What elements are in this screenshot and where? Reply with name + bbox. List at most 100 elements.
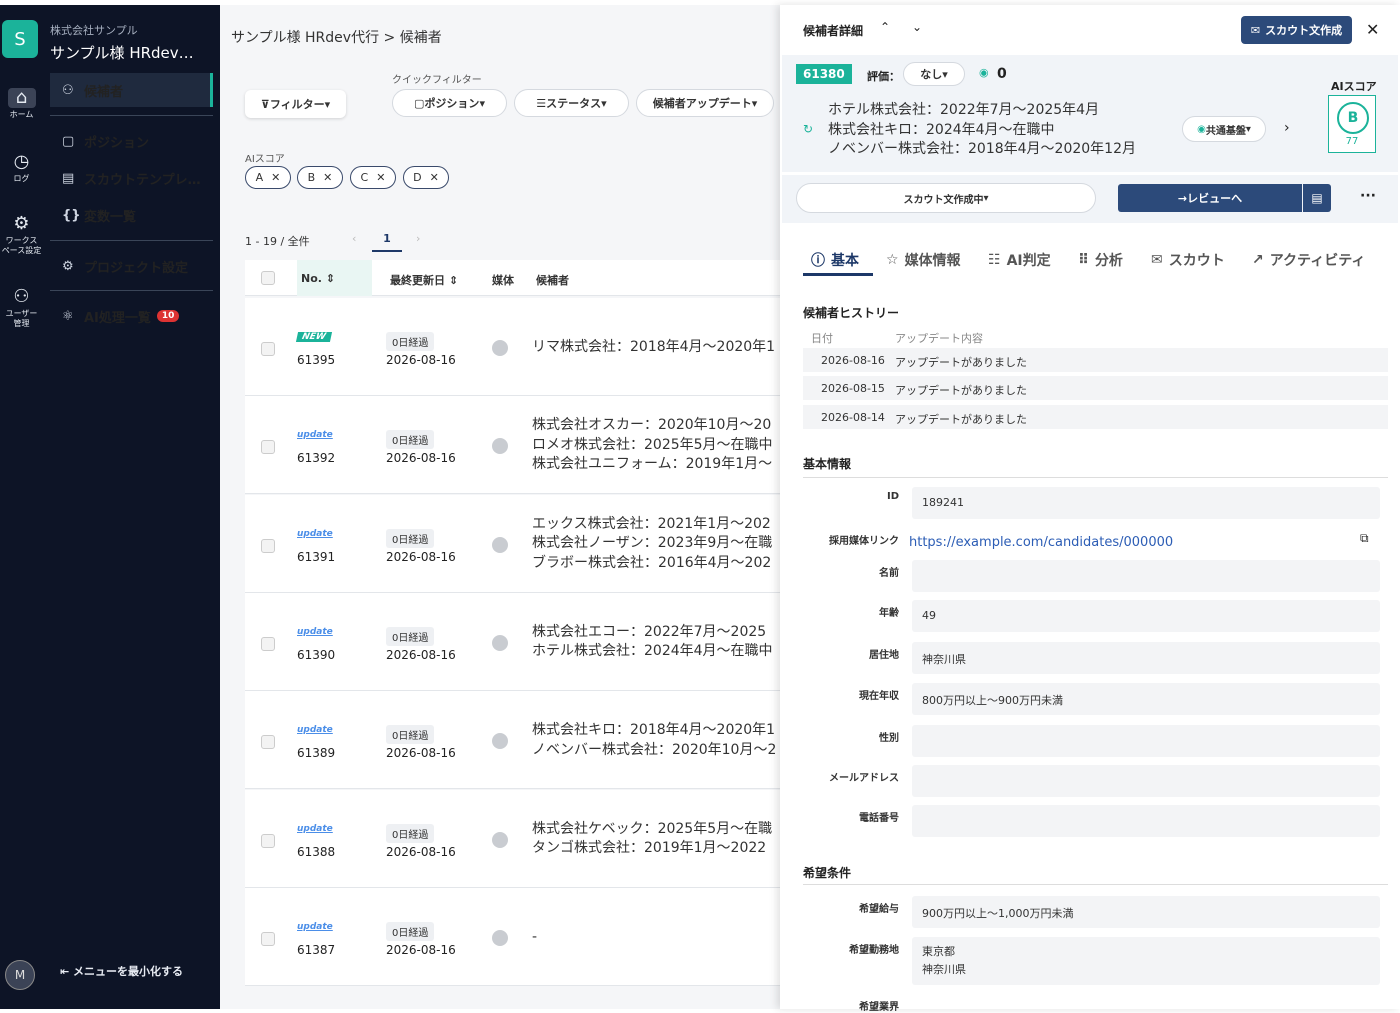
trend-icon: ↗ bbox=[1252, 252, 1264, 268]
field-age[interactable]: 49 bbox=[912, 600, 1380, 632]
ai-chip-d[interactable]: D ✕ bbox=[403, 166, 449, 189]
scout-create-button[interactable]: ✉ スカウト文作成 bbox=[1241, 16, 1352, 44]
comment-button[interactable]: ▤ bbox=[1303, 184, 1331, 212]
avatar[interactable]: M bbox=[5, 960, 35, 990]
quick-filter-position[interactable]: ▢ ポジション ▾ bbox=[392, 89, 507, 117]
tab-ai-judgement[interactable]: ☷ AI判定 bbox=[988, 250, 1051, 270]
quick-filter-status[interactable]: ☰ ステータス ▾ bbox=[514, 89, 629, 117]
column-media: 媒体 bbox=[492, 274, 514, 287]
chevron-down-icon[interactable]: ⌄ bbox=[912, 20, 922, 34]
tab-analysis[interactable]: ⠿ 分析 bbox=[1078, 250, 1123, 270]
common-platform-select[interactable]: ◉ 共通基盤 ▾ bbox=[1182, 116, 1266, 142]
chevron-right-icon[interactable]: › bbox=[1284, 120, 1290, 136]
sidebar-item-variables[interactable]: {} 変数一覧 bbox=[50, 198, 213, 232]
chevron-left-icon[interactable]: ‹ bbox=[352, 232, 356, 245]
row-checkbox[interactable] bbox=[261, 735, 275, 750]
work-history: ホテル株式会社：2022年7月～2025年4月 株式会社キロ：2024年4月～在… bbox=[828, 101, 1136, 160]
project-name[interactable]: サンプル様 HRdev… bbox=[50, 42, 194, 63]
column-no[interactable]: No. ⇕ bbox=[297, 260, 372, 296]
more-icon[interactable]: ··· bbox=[1360, 188, 1376, 204]
history-line: タンゴ株式会社：2019年1月～2022 bbox=[532, 840, 767, 856]
grid-icon: ⠿ bbox=[1078, 252, 1089, 268]
minimize-menu-button[interactable]: ⇤ メニューを最小化する bbox=[60, 963, 183, 979]
table-row[interactable]: update 61389 0日経過 2026-08-16 株式会社キロ：2018年4月～… bbox=[245, 691, 780, 790]
close-icon[interactable]: ✕ bbox=[430, 171, 439, 184]
update-badge: update bbox=[297, 725, 333, 736]
table-row[interactable]: update 61387 0日経過 2026-08-16 - bbox=[245, 887, 780, 986]
media-link[interactable]: https://example.com/candidates/000000 bbox=[909, 535, 1173, 550]
mail-icon: ✉ bbox=[1151, 252, 1163, 268]
chevron-right-icon[interactable]: › bbox=[416, 232, 420, 245]
history-line: ノベンバー株式会社：2020年10月～2 bbox=[532, 741, 777, 758]
sidebar-item-scout-templates[interactable]: ▤ スカウトテンプレ… bbox=[50, 161, 213, 195]
close-icon[interactable]: ✕ bbox=[1366, 20, 1379, 39]
chevron-up-icon[interactable]: ⌃ bbox=[880, 20, 890, 34]
rail-item-user-management[interactable]: ⚇ ユーザー 管理 bbox=[0, 287, 43, 329]
row-checkbox[interactable] bbox=[261, 931, 275, 946]
status-select[interactable]: スカウト文作成中 ▾ bbox=[796, 183, 1096, 213]
rail-item-log[interactable]: ◷ ログ bbox=[0, 152, 43, 184]
field-email[interactable] bbox=[912, 765, 1380, 797]
row-checkbox[interactable] bbox=[261, 342, 275, 356]
table-row[interactable]: update 61391 0日経過 2026-08-16 エックス株式会社：2021年1… bbox=[245, 494, 780, 593]
rail-item-workspace-settings[interactable]: ⚙ ワークス ペース設定 bbox=[0, 214, 43, 256]
tab-scout[interactable]: ✉ スカウト bbox=[1151, 250, 1225, 270]
updated-date: 2026-08-16 bbox=[386, 942, 456, 957]
candidate-id-badge: 61380 bbox=[796, 64, 852, 84]
field-label-desired-location: 希望勤務地 bbox=[849, 945, 899, 956]
ai-score-card[interactable]: B 77 bbox=[1328, 95, 1376, 153]
company-name: 株式会社サンプル bbox=[50, 24, 138, 37]
tab-activity[interactable]: ↗ アクティビティ bbox=[1252, 250, 1365, 270]
field-income[interactable]: 800万円以上～900万円未満 bbox=[912, 683, 1380, 715]
row-checkbox[interactable] bbox=[261, 833, 275, 848]
field-desired-location[interactable]: 東京都 神奈川県 bbox=[912, 937, 1380, 985]
table-row[interactable]: update 61390 0日経過 2026-08-16 株式会社エコー：2022年7月… bbox=[245, 592, 780, 691]
ai-chip-a[interactable]: A ✕ bbox=[245, 166, 291, 189]
sidebar-item-candidates[interactable]: ⚇ 候補者 bbox=[50, 73, 213, 107]
field-desired-salary[interactable]: 900万円以上～1,000万円未満 bbox=[912, 896, 1380, 928]
close-icon[interactable]: ✕ bbox=[376, 171, 385, 184]
field-residence[interactable]: 神奈川県 bbox=[912, 642, 1380, 674]
media-icon bbox=[492, 340, 508, 356]
updated-date: 2026-08-16 bbox=[386, 647, 456, 662]
row-checkbox[interactable] bbox=[261, 538, 275, 553]
tab-basic[interactable]: ⓘ 基本 bbox=[811, 250, 859, 270]
candidate-history: エックス株式会社：2021年1月～202 株式会社ノーザン：2023年9月～在職ブ… bbox=[532, 515, 780, 574]
sidebar-item-ai-processing[interactable]: ⚛ AI処理一覧 10 bbox=[50, 299, 213, 333]
column-candidate: 候補者 bbox=[536, 274, 569, 287]
page-button[interactable]: 1 bbox=[372, 228, 402, 252]
table-row[interactable]: update 61392 0日経過 2026-08-16 株式会社オスカー：2020年1… bbox=[245, 396, 780, 495]
platform-icon: ◉ bbox=[1197, 123, 1206, 135]
column-updated[interactable]: 最終更新日 ⇕ bbox=[390, 272, 458, 288]
quick-filter-candidate-update[interactable]: 候補者アップデート ▾ bbox=[636, 89, 774, 117]
row-checkbox[interactable] bbox=[261, 440, 275, 455]
review-button[interactable]: → レビューへ bbox=[1118, 184, 1302, 212]
select-all-checkbox[interactable] bbox=[261, 271, 275, 285]
sidebar-item-project-settings[interactable]: ⚙ プロジェクト設定 bbox=[50, 249, 213, 283]
table-row[interactable]: NEW 61395 0日経過 2026-08-16 リマ株式会社：2018年4月～202… bbox=[245, 298, 780, 396]
field-gender[interactable] bbox=[912, 725, 1380, 757]
row-checkbox[interactable] bbox=[261, 636, 275, 651]
history-line: 株式会社オスカー：2020年10月～20 bbox=[532, 417, 772, 434]
sidebar-item-positions[interactable]: ▢ ポジション bbox=[50, 124, 213, 158]
history-row: 2026-08-15 アップデートがありました bbox=[803, 376, 1388, 400]
field-name[interactable] bbox=[912, 560, 1380, 592]
rail-item-home[interactable]: ⌂ ホーム bbox=[0, 88, 43, 120]
update-badge: update bbox=[297, 528, 333, 539]
field-phone[interactable] bbox=[912, 805, 1380, 837]
filter-button[interactable]: ⊽ フィルター ▾ bbox=[245, 90, 346, 118]
ai-score-value: 77 bbox=[1345, 136, 1359, 147]
history-line: 株式会社ユニフォーム：2019年1月～ bbox=[532, 456, 773, 473]
sort-icon: ⇕ bbox=[445, 274, 459, 287]
table-row[interactable]: update 61388 0日経過 2026-08-16 株式会社ケベック：2025年5… bbox=[245, 789, 780, 888]
copy-icon[interactable]: ⧉ bbox=[1360, 531, 1369, 546]
workspace-logo[interactable]: S bbox=[2, 20, 38, 58]
ai-chip-c[interactable]: C ✕ bbox=[350, 166, 396, 189]
field-label-desired-salary: 希望給与 bbox=[859, 904, 899, 915]
tab-media-info[interactable]: ☆ 媒体情報 bbox=[886, 250, 961, 270]
field-label-phone: 電話番号 bbox=[859, 813, 899, 824]
rating-select[interactable]: なし ▾ bbox=[903, 62, 965, 86]
close-icon[interactable]: ✕ bbox=[323, 171, 332, 184]
close-icon[interactable]: ✕ bbox=[271, 171, 280, 184]
ai-chip-b[interactable]: B ✕ bbox=[297, 166, 343, 189]
